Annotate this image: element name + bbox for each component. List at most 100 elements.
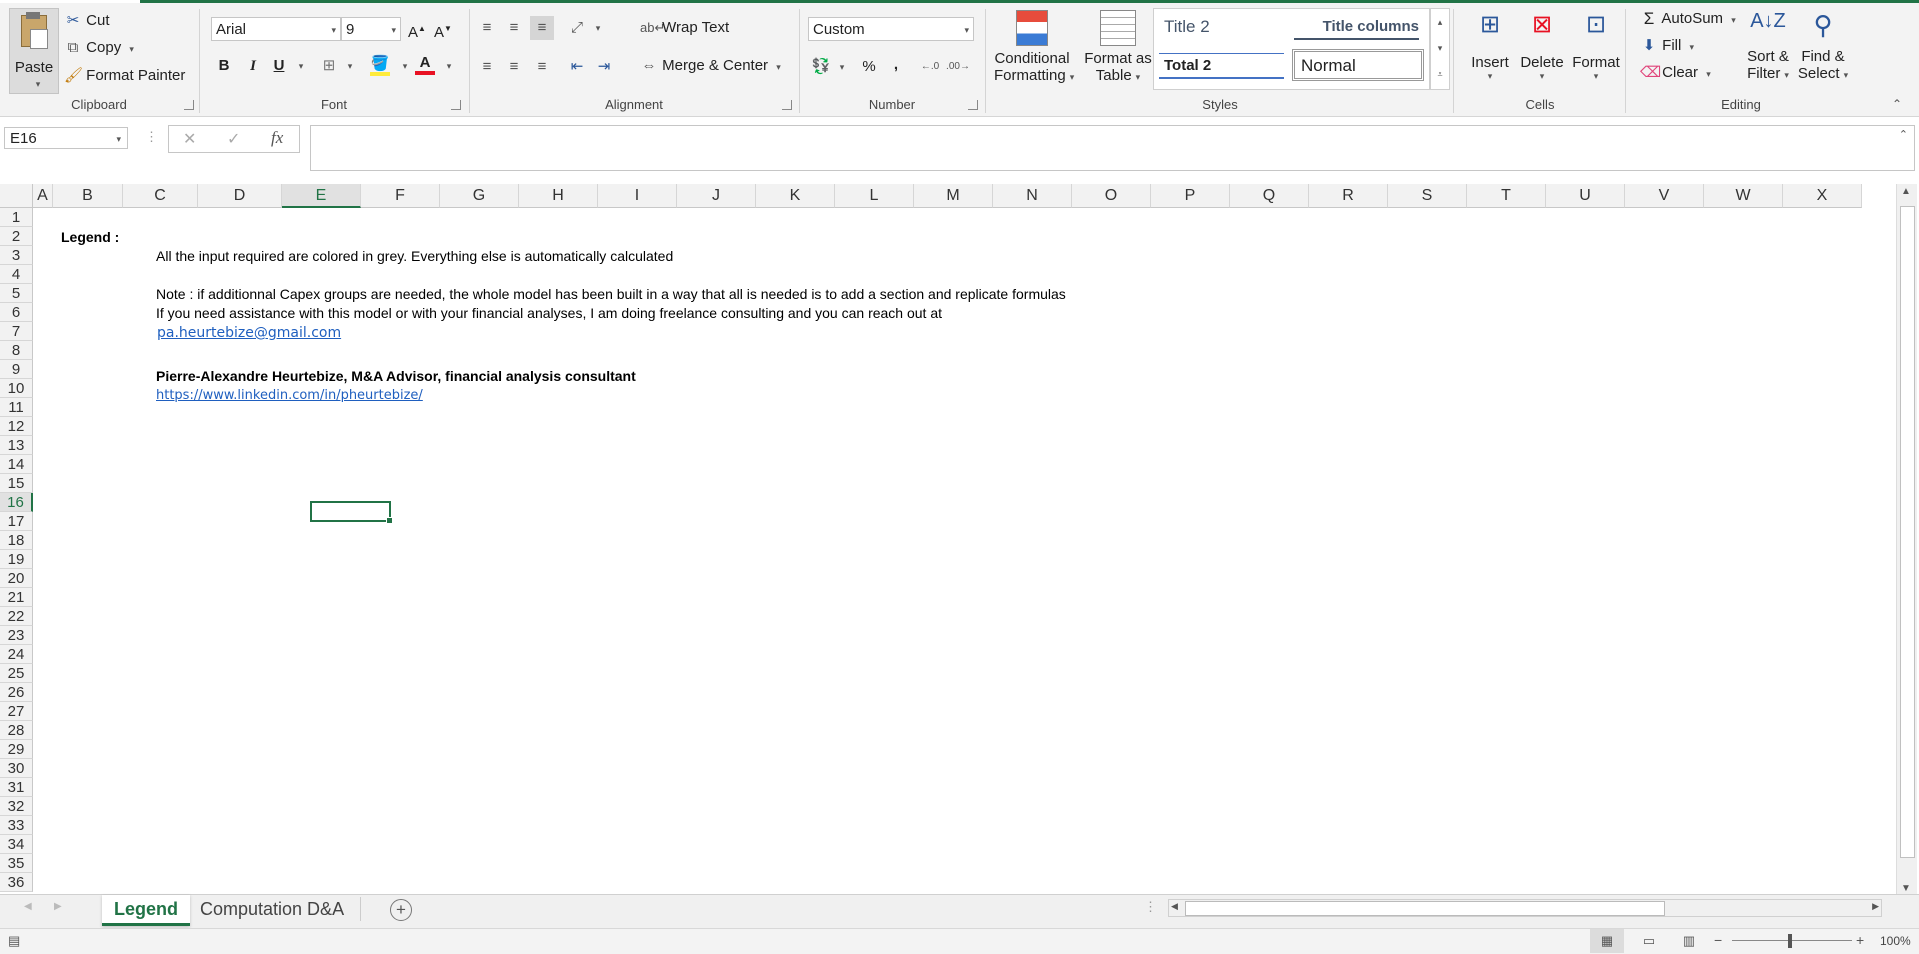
- column-header-w[interactable]: W: [1704, 184, 1783, 208]
- decrease-decimal-icon[interactable]: .00→: [946, 55, 970, 79]
- insert-function-icon[interactable]: fx: [271, 128, 283, 148]
- italic-button[interactable]: I: [241, 54, 265, 78]
- column-header-p[interactable]: P: [1151, 184, 1230, 208]
- column-header-i[interactable]: I: [598, 184, 677, 208]
- decrease-font-size-button[interactable]: A▼: [431, 17, 455, 41]
- clear-button[interactable]: ⌫ Clear ▾: [1640, 64, 1711, 82]
- clipboard-dialog-launcher[interactable]: [184, 100, 194, 110]
- email-link[interactable]: pa.heurtebize@gmail.com: [157, 325, 341, 341]
- column-header-a[interactable]: A: [33, 184, 53, 208]
- column-header-g[interactable]: G: [440, 184, 519, 208]
- insert-button[interactable]: ⊞ Insert ▾: [1466, 10, 1514, 82]
- paste-button[interactable]: Paste ▾: [9, 8, 59, 94]
- conditional-formatting-button[interactable]: Conditional Formatting ▾: [994, 10, 1074, 90]
- row-header-2[interactable]: 2: [0, 227, 33, 246]
- orientation-dropdown[interactable]: ▾: [586, 16, 610, 40]
- autosum-button[interactable]: Σ AutoSum ▾: [1640, 10, 1736, 28]
- row-header-15[interactable]: 15: [0, 474, 33, 493]
- zoom-in-icon[interactable]: +: [1856, 932, 1864, 948]
- row-header-30[interactable]: 30: [0, 759, 33, 778]
- row-header-35[interactable]: 35: [0, 854, 33, 873]
- row-header-13[interactable]: 13: [0, 436, 33, 455]
- align-left-icon[interactable]: ≡: [475, 55, 499, 79]
- wrap-text-button[interactable]: ab↵ Wrap Text: [640, 19, 729, 37]
- row-header-9[interactable]: 9: [0, 360, 33, 379]
- increase-decimal-icon[interactable]: ←.0: [918, 55, 942, 79]
- row-header-17[interactable]: 17: [0, 512, 33, 531]
- active-cell-e16[interactable]: [310, 501, 393, 524]
- find-select-button[interactable]: ⚲ Find & Select ▾: [1797, 10, 1849, 82]
- column-header-h[interactable]: H: [519, 184, 598, 208]
- underline-button[interactable]: U: [267, 54, 291, 78]
- row-header-16[interactable]: 16: [0, 493, 33, 512]
- scroll-right-icon[interactable]: ▶: [1872, 901, 1879, 912]
- column-header-t[interactable]: T: [1467, 184, 1546, 208]
- zoom-slider[interactable]: [1732, 940, 1852, 941]
- row-header-26[interactable]: 26: [0, 683, 33, 702]
- bottom-align-icon[interactable]: ≡: [530, 16, 554, 40]
- sheet-tab-computation-da[interactable]: Computation D&A: [188, 895, 356, 923]
- row-header-27[interactable]: 27: [0, 702, 33, 721]
- format-button[interactable]: ⊡ Format ▾: [1570, 10, 1622, 82]
- cut-button[interactable]: ✂ Cut: [64, 12, 110, 30]
- fill-color-button[interactable]: 🪣: [368, 52, 392, 76]
- column-header-c[interactable]: C: [123, 184, 198, 208]
- percent-button[interactable]: %: [857, 55, 881, 79]
- styles-gallery-scroll[interactable]: ▴ ▾ ⩡: [1430, 8, 1450, 90]
- column-header-m[interactable]: M: [914, 184, 993, 208]
- currency-dropdown[interactable]: ▾: [830, 55, 854, 79]
- row-header-8[interactable]: 8: [0, 341, 33, 360]
- column-header-b[interactable]: B: [53, 184, 123, 208]
- column-header-e[interactable]: E: [282, 184, 361, 208]
- zoom-out-icon[interactable]: −: [1714, 932, 1722, 948]
- font-size-select[interactable]: 9 ▾: [341, 17, 401, 41]
- delete-button[interactable]: ⊠ Delete ▾: [1517, 10, 1567, 82]
- column-header-r[interactable]: R: [1309, 184, 1388, 208]
- column-header-x[interactable]: X: [1783, 184, 1862, 208]
- bold-button[interactable]: B: [212, 54, 236, 78]
- borders-dropdown[interactable]: ▾: [338, 54, 362, 78]
- fill-button[interactable]: ⬇ Fill ▾: [1640, 37, 1694, 55]
- format-painter-button[interactable]: 🖌 Format Painter: [64, 67, 185, 85]
- scroll-left-icon[interactable]: ◀: [1171, 901, 1178, 912]
- macro-record-icon[interactable]: ▤: [8, 933, 20, 949]
- row-header-31[interactable]: 31: [0, 778, 33, 797]
- increase-font-size-button[interactable]: A▲: [405, 17, 429, 41]
- style-normal[interactable]: Normal: [1292, 49, 1424, 81]
- top-align-icon[interactable]: ≡: [475, 16, 499, 40]
- page-break-view-icon[interactable]: ▥: [1674, 929, 1704, 953]
- row-header-29[interactable]: 29: [0, 740, 33, 759]
- style-total-2[interactable]: Total 2: [1159, 53, 1284, 79]
- row-header-12[interactable]: 12: [0, 417, 33, 436]
- number-dialog-launcher[interactable]: [968, 100, 978, 110]
- add-sheet-button[interactable]: +: [390, 899, 412, 921]
- row-header-32[interactable]: 32: [0, 797, 33, 816]
- normal-view-icon[interactable]: ▦: [1590, 929, 1624, 953]
- name-box[interactable]: E16 ▾: [4, 127, 128, 149]
- formula-input[interactable]: ⌃: [310, 125, 1915, 171]
- row-header-36[interactable]: 36: [0, 873, 33, 892]
- horizontal-scroll-thumb[interactable]: [1185, 901, 1665, 916]
- row-header-5[interactable]: 5: [0, 284, 33, 303]
- font-color-button[interactable]: A: [413, 51, 437, 75]
- select-all-corner[interactable]: [0, 184, 33, 208]
- align-center-icon[interactable]: ≡: [502, 55, 526, 79]
- column-header-o[interactable]: O: [1072, 184, 1151, 208]
- row-header-24[interactable]: 24: [0, 645, 33, 664]
- column-header-d[interactable]: D: [198, 184, 282, 208]
- style-title-2[interactable]: Title 2: [1164, 17, 1210, 37]
- vertical-scrollbar[interactable]: ▲ ▼: [1896, 184, 1917, 896]
- underline-dropdown[interactable]: ▾: [289, 54, 313, 78]
- zoom-slider-thumb[interactable]: [1788, 934, 1792, 948]
- merge-center-button[interactable]: ⇔ Merge & Center ▾: [640, 57, 781, 75]
- font-dialog-launcher[interactable]: [451, 100, 461, 110]
- vertical-scroll-thumb[interactable]: [1900, 206, 1915, 858]
- row-header-20[interactable]: 20: [0, 569, 33, 588]
- horizontal-scrollbar[interactable]: ◀ ▶: [1168, 899, 1882, 917]
- enter-icon[interactable]: ✓: [227, 129, 240, 149]
- row-header-28[interactable]: 28: [0, 721, 33, 740]
- column-header-j[interactable]: J: [677, 184, 756, 208]
- row-header-10[interactable]: 10: [0, 379, 33, 398]
- row-header-23[interactable]: 23: [0, 626, 33, 645]
- font-name-select[interactable]: Arial ▾: [211, 17, 341, 41]
